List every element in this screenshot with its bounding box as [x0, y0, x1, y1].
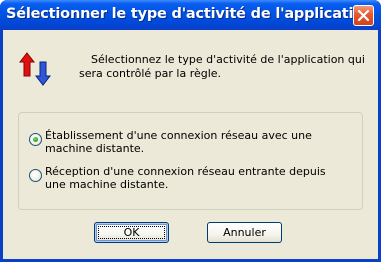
activity-options-group: Établissement d'une connexion réseau ave… — [18, 112, 363, 210]
option-label[interactable]: Réception d'une connexion réseau entrant… — [45, 165, 345, 191]
description-text: Sélectionnez le type d'activité de l'app… — [79, 53, 365, 80]
cancel-button[interactable]: Annuler — [207, 222, 282, 243]
close-icon — [357, 9, 370, 22]
ok-button[interactable]: OK — [94, 222, 169, 243]
window-title: Sélectionner le type d'activité de l'app… — [6, 6, 374, 22]
radio-incoming[interactable] — [29, 169, 42, 182]
option-label[interactable]: Établissement d'une connexion réseau ave… — [45, 129, 345, 155]
close-button[interactable] — [353, 5, 374, 26]
dialog-window: Sélectionner le type d'activité de l'app… — [0, 0, 381, 262]
radio-outgoing[interactable] — [29, 133, 42, 146]
radio-selected-dot — [33, 137, 38, 142]
up-down-arrows-icon — [19, 52, 52, 86]
focus-rect — [98, 226, 165, 239]
dialog-client-area: Sélectionnez le type d'activité de l'app… — [3, 30, 378, 259]
title-bar[interactable]: Sélectionner le type d'activité de l'app… — [0, 0, 381, 30]
